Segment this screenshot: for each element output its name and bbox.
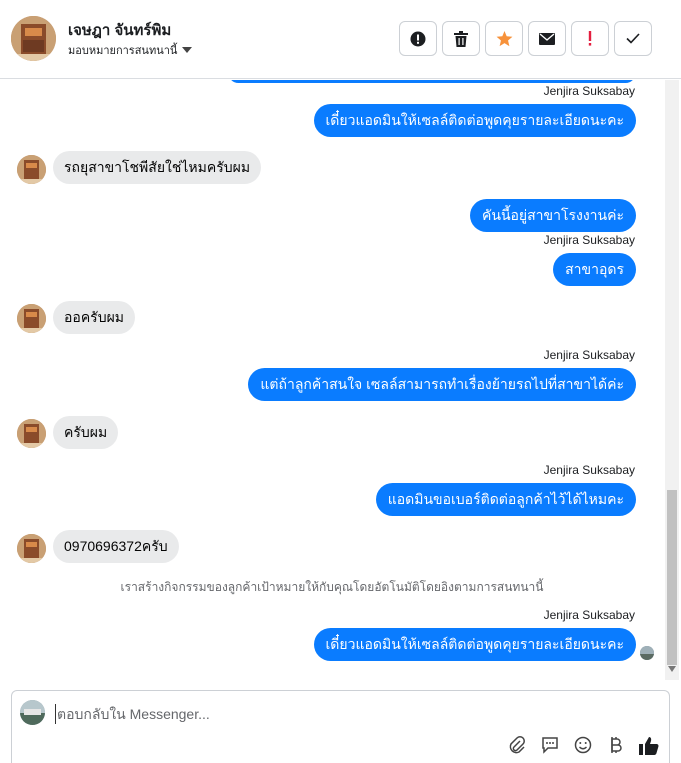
message-outgoing[interactable]: สาขาอุดร (553, 253, 636, 286)
star-icon (496, 30, 512, 46)
attach-button[interactable] (507, 735, 527, 755)
scrollbar-thumb[interactable] (667, 490, 677, 665)
saved-replies-button[interactable] (540, 735, 560, 755)
contact-avatar-small (17, 304, 46, 333)
sender-name: Jenjira Suksabay (543, 233, 635, 247)
message-outgoing[interactable]: แอดมินขอเบอร์ติดต่อลูกค้าไว้ได้ไหมคะ (375, 483, 636, 516)
thumbs-up-icon (639, 736, 659, 755)
check-icon (626, 33, 640, 44)
saved-replies-icon (542, 737, 558, 754)
delete-button[interactable] (442, 21, 480, 56)
exclamation-icon (588, 31, 592, 46)
sender-name: Jenjira Suksabay (543, 463, 635, 477)
message-outgoing-partial[interactable] (228, 80, 636, 83)
message-incoming[interactable]: รถยุสาขาโชพีสัยใช่ไหมครับผม (53, 151, 262, 184)
composer-tools (507, 735, 659, 755)
sender-name: Jenjira Suksabay (543, 608, 635, 622)
message-thread[interactable]: Jenjira Suksabay เดี๋ยวแอดมินให้เซลล์ติด… (0, 80, 664, 680)
spam-button[interactable] (571, 21, 609, 56)
mark-unread-button[interactable] (528, 21, 566, 56)
reply-composer (11, 690, 670, 763)
assign-label: มอบหมายการสนทนานี้ (68, 45, 178, 57)
star-button[interactable] (485, 21, 523, 56)
contact-avatar-small (17, 155, 46, 184)
caret-down-icon (182, 47, 193, 53)
emoji-icon (574, 736, 592, 754)
sender-name: Jenjira Suksabay (543, 84, 635, 98)
conversation-header: เจษฎา จันทร์พิม มอบหมายการสนทนานี้ (0, 0, 681, 79)
conversation-actions (399, 21, 652, 56)
mark-done-button[interactable] (614, 21, 652, 56)
attach-icon (509, 736, 525, 754)
message-incoming[interactable]: ครับผม (53, 416, 119, 449)
emoji-button[interactable] (573, 735, 593, 755)
trash-icon (454, 30, 468, 47)
system-note: เราสร้างกิจกรรมของลูกค้าเป้าหมายให้กับคุ… (120, 580, 544, 594)
message-outgoing[interactable]: คันนี้อยู่สาขาโรงงานค่ะ (470, 199, 636, 232)
sender-name: Jenjira Suksabay (543, 348, 635, 362)
like-button[interactable] (639, 735, 659, 755)
message-incoming[interactable]: ออครับผม (53, 301, 136, 334)
message-outgoing[interactable]: เดี๋ยวแอดมินให้เซลล์ติดต่อพูดคุยรายละเอี… (313, 628, 636, 661)
message-outgoing[interactable]: เดี๋ยวแอดมินให้เซลล์ติดต่อพูดคุยรายละเอี… (313, 104, 636, 137)
scroll-down-icon[interactable] (668, 666, 676, 672)
info-icon (410, 31, 426, 46)
reply-input[interactable] (55, 704, 645, 724)
payment-button[interactable] (606, 735, 626, 755)
page-avatar (20, 700, 45, 725)
message-incoming[interactable]: 0970696372ครับ (53, 530, 179, 563)
envelope-icon (539, 32, 555, 45)
contact-avatar[interactable] (11, 16, 56, 61)
info-button[interactable] (399, 21, 437, 56)
seen-avatar (640, 646, 654, 660)
thread-scrollbar[interactable] (665, 80, 679, 680)
contact-avatar-small (17, 534, 46, 563)
contact-avatar-small (17, 419, 46, 448)
contact-name: เจษฎา จันทร์พิม (68, 22, 172, 39)
message-outgoing[interactable]: แต่ถ้าลูกค้าสนใจ เซลล์สามารถทำเรื่องย้าย… (248, 368, 636, 401)
baht-icon (611, 737, 622, 753)
assign-conversation-dropdown[interactable]: มอบหมายการสนทนานี้ (68, 41, 193, 59)
